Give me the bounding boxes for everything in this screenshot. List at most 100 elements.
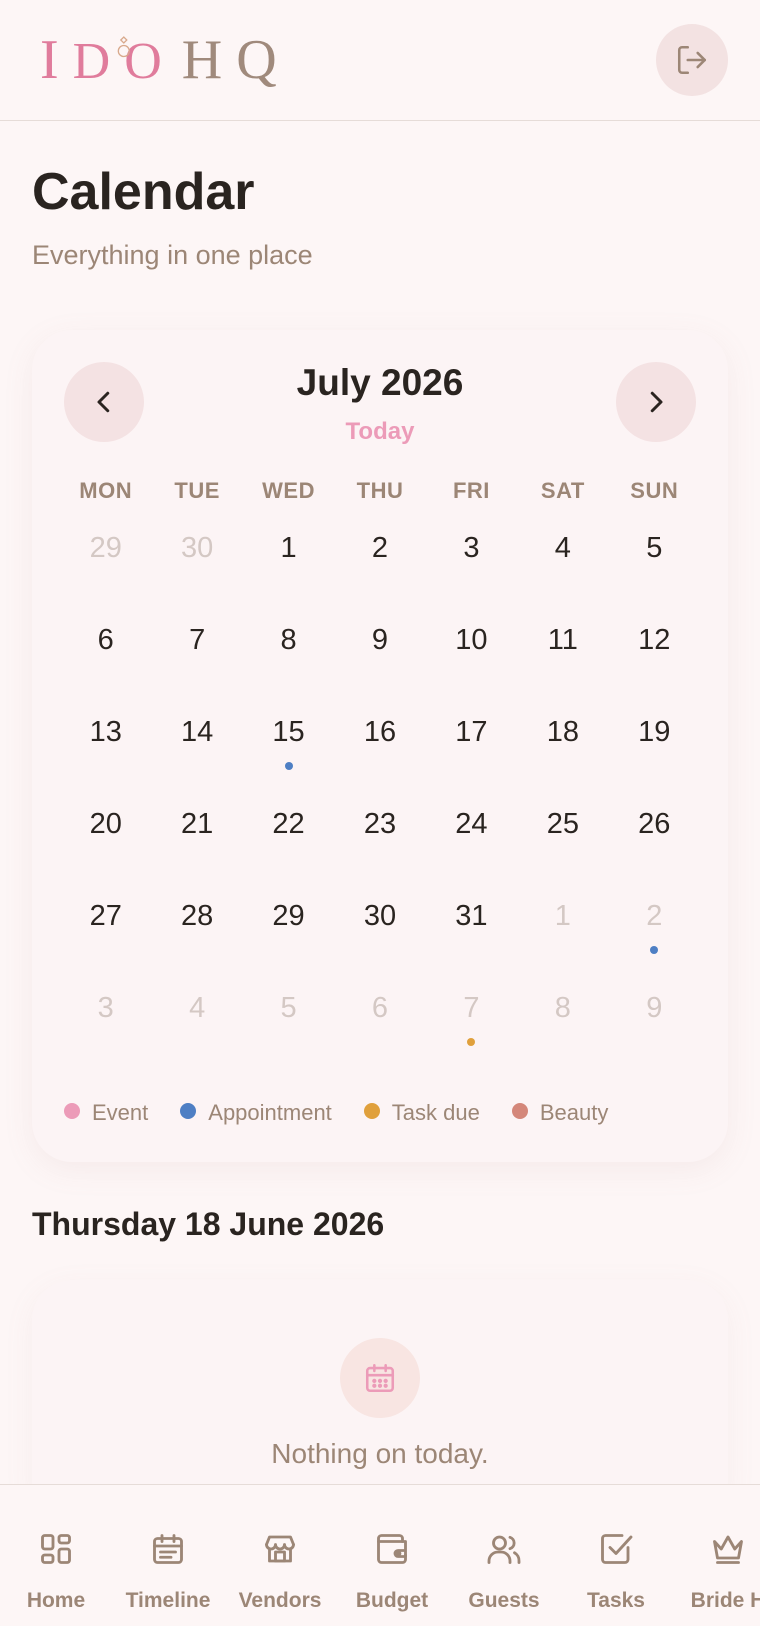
calendar-day-number: 5: [646, 532, 663, 564]
crown-icon: [708, 1529, 748, 1569]
calendar-day[interactable]: 13: [60, 704, 151, 796]
calendar-day-number: 14: [181, 716, 214, 748]
calendar-day[interactable]: 5: [243, 980, 334, 1072]
calendar-day[interactable]: 26: [609, 796, 700, 888]
calendar-day[interactable]: 15: [243, 704, 334, 796]
calendar-day-number: 20: [89, 808, 122, 840]
calendar-day[interactable]: 29: [60, 520, 151, 612]
nav-item-timeline[interactable]: Timeline: [112, 1485, 224, 1626]
calendar-day-number: 10: [455, 624, 488, 656]
calendar-day[interactable]: 3: [426, 520, 517, 612]
calendar-day[interactable]: 1: [243, 520, 334, 612]
calendar-day[interactable]: 4: [151, 980, 242, 1072]
nav-item-guests[interactable]: Guests: [448, 1485, 560, 1626]
calendar-day[interactable]: 14: [151, 704, 242, 796]
calendar-day-number: 13: [89, 716, 122, 748]
calendar-day[interactable]: 11: [517, 612, 608, 704]
calendar-day[interactable]: 24: [426, 796, 517, 888]
logout-button[interactable]: [656, 24, 728, 96]
chevron-right-icon: [650, 391, 663, 413]
calendar-day[interactable]: 29: [243, 888, 334, 980]
calendar-day[interactable]: 10: [426, 612, 517, 704]
calendar-day[interactable]: 22: [243, 796, 334, 888]
calendar-day[interactable]: 16: [334, 704, 425, 796]
calendar-day[interactable]: 3: [60, 980, 151, 1072]
calendar-day-number: 26: [638, 808, 671, 840]
nav-item-vendors[interactable]: Vendors: [224, 1485, 336, 1626]
calendar-day[interactable]: 9: [609, 980, 700, 1072]
calendar-day[interactable]: 30: [334, 888, 425, 980]
calendar-card: July 2026 Today MON TUE WED THU FRI SAT …: [32, 330, 728, 1162]
calendar-day-number: 12: [638, 624, 671, 656]
nav-item-home[interactable]: Home: [0, 1485, 112, 1626]
legend-dot-task: [363, 1103, 380, 1119]
calendar-day-number: 29: [272, 900, 305, 932]
calendar-day-number: 1: [554, 900, 571, 932]
weekday-label: SUN: [630, 478, 679, 503]
calendar-day-number: 23: [363, 808, 397, 840]
calendar-icon: [150, 1529, 186, 1569]
calendar-day-number: 3: [97, 992, 114, 1024]
calendar-icon: [365, 1363, 395, 1393]
bottom-navigation: Home Timeline Vendors Budget Guests Task…: [0, 1484, 760, 1626]
logo-text-i: I: [40, 29, 73, 91]
calendar-day-number: 28: [181, 900, 214, 932]
logo-text-hq: HQ: [181, 29, 291, 91]
calendar-day[interactable]: 21: [151, 796, 242, 888]
calendar-day[interactable]: 18: [517, 704, 608, 796]
next-month-button[interactable]: [616, 362, 696, 442]
calendar-day-number: 29: [89, 532, 122, 564]
legend-label: Event: [92, 1100, 149, 1125]
nav-item-tasks[interactable]: Tasks: [560, 1485, 672, 1626]
calendar-day-number: 8: [554, 992, 571, 1024]
weekday-label: TUE: [174, 478, 220, 503]
legend-item-appointment: Appointment: [180, 1100, 332, 1126]
calendar-day[interactable]: 17: [426, 704, 517, 796]
home-grid-icon: [38, 1529, 74, 1569]
nav-item-bride-hub[interactable]: Bride H: [672, 1485, 760, 1626]
days-grid: 29 30 1 2 3 4 5 6 7 8 9 10 11 12 13 14 15 16 17 18 19 20 21 22 2…: [60, 520, 700, 1072]
calendar-day[interactable]: 12: [609, 612, 700, 704]
legend-item-event: Event: [64, 1100, 148, 1126]
checkbox-icon: [598, 1529, 634, 1569]
calendar-day-number: 22: [272, 808, 305, 840]
calendar-day[interactable]: 31: [426, 888, 517, 980]
calendar-day-number: 7: [189, 624, 206, 656]
calendar-day[interactable]: 2: [334, 520, 425, 612]
calendar-day[interactable]: 8: [243, 612, 334, 704]
page-subtitle: Everything in one place: [32, 240, 313, 270]
calendar-day-number: 4: [189, 992, 206, 1024]
calendar-day[interactable]: 25: [517, 796, 608, 888]
store-icon: [261, 1529, 299, 1569]
calendar-day-number: 16: [363, 716, 397, 748]
calendar-day[interactable]: 9: [334, 612, 425, 704]
calendar-day[interactable]: 27: [60, 888, 151, 980]
calendar-day[interactable]: 30: [151, 520, 242, 612]
app-logo[interactable]: I DO HQ: [40, 28, 291, 92]
calendar-day[interactable]: 5: [609, 520, 700, 612]
calendar-day-number: 7: [463, 992, 480, 1024]
calendar-day[interactable]: 28: [151, 888, 242, 980]
calendar-day[interactable]: 19: [609, 704, 700, 796]
calendar-day[interactable]: 1: [517, 888, 608, 980]
calendar-day-number: 4: [554, 532, 571, 564]
calendar-day[interactable]: 23: [334, 796, 425, 888]
calendar-day[interactable]: 7: [151, 612, 242, 704]
nav-label: Guests: [468, 1589, 540, 1612]
calendar-day[interactable]: 6: [60, 612, 151, 704]
empty-state-icon-wrap: [340, 1338, 420, 1418]
legend-label: Task due: [391, 1100, 480, 1125]
nav-label: Home: [26, 1589, 86, 1612]
calendar-day[interactable]: 8: [517, 980, 608, 1072]
legend-label: Beauty: [539, 1100, 609, 1125]
calendar-day[interactable]: 20: [60, 796, 151, 888]
calendar-day[interactable]: 6: [334, 980, 425, 1072]
calendar-day[interactable]: 4: [517, 520, 608, 612]
calendar-day[interactable]: 7: [426, 980, 517, 1072]
wallet-icon: [373, 1529, 411, 1569]
calendar-day-number: 6: [97, 624, 114, 656]
calendar-day-number: 11: [547, 624, 578, 656]
calendar-day[interactable]: 2: [609, 888, 700, 980]
nav-item-budget[interactable]: Budget: [336, 1485, 448, 1626]
top-bar: I DO HQ: [0, 0, 760, 121]
